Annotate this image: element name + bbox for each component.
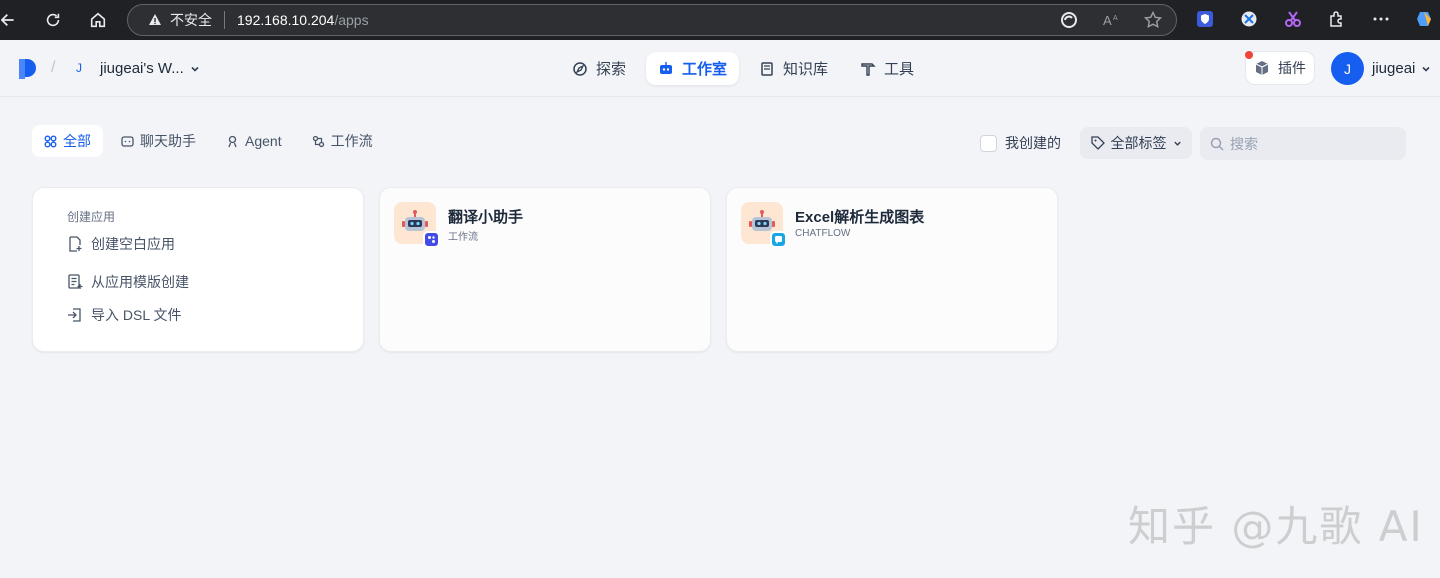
chevron-down-icon: [1422, 66, 1430, 72]
create-app-title: 创建应用: [67, 210, 116, 224]
workspace-avatar: J: [76, 61, 82, 75]
home-icon[interactable]: [88, 10, 108, 30]
nav-studio[interactable]: 工作室: [646, 52, 740, 85]
app-header: / J jiugeai's W... 探索 工作室 知识库 工具 插件 J ji…: [0, 40, 1440, 97]
url-host: 192.168.10.204: [237, 12, 335, 28]
import-dsl-label: 导入 DSL 文件: [91, 307, 182, 323]
chevron-down-icon: [1173, 141, 1181, 146]
url-path: /apps: [334, 12, 369, 28]
created-by-me-checkbox[interactable]: [980, 134, 997, 152]
create-blank-app-label: 创建空白应用: [91, 236, 175, 252]
app-type: CHATFLOW: [795, 228, 851, 239]
svg-text:A: A: [1103, 13, 1112, 28]
favorite-star-icon[interactable]: [1144, 11, 1162, 29]
cube-icon: [1255, 61, 1269, 75]
security-warning[interactable]: 不安全: [148, 10, 212, 30]
nav-knowledge[interactable]: 知识库: [747, 52, 840, 85]
grid-icon: [44, 135, 57, 147]
workflow-badge-icon: [423, 231, 440, 248]
security-label: 不安全: [170, 12, 212, 28]
search-input[interactable]: [1230, 135, 1400, 152]
nav-knowledge-label: 知识库: [783, 61, 829, 78]
notification-dot: [1245, 51, 1253, 59]
tab-agent-label: Agent: [245, 133, 282, 149]
nav-studio-label: 工作室: [682, 61, 728, 78]
app-type-tabs: 全部 聊天助手 Agent 工作流: [32, 125, 385, 157]
tab-workflow-label: 工作流: [330, 133, 373, 149]
created-by-me-label: 我创建的: [1005, 135, 1061, 151]
chatflow-badge-icon: [770, 231, 787, 248]
create-from-template-button[interactable]: 从应用模版创建: [67, 272, 189, 292]
robot-icon: [660, 61, 673, 74]
app-avatar: [394, 202, 440, 248]
file-plus-icon: [69, 236, 82, 252]
create-from-template-label: 从应用模版创建: [91, 274, 189, 290]
app-name: 翻译小助手: [448, 209, 524, 226]
browser-toolbar: 不安全 192.168.10.204 /apps AA: [0, 0, 1440, 40]
search-box[interactable]: [1200, 127, 1406, 160]
app-card[interactable]: 翻译小助手 工作流: [379, 187, 711, 352]
tab-chat-label: 聊天助手: [140, 133, 196, 149]
copilot-icon[interactable]: [1416, 10, 1432, 28]
edge-refresh-icon[interactable]: [1060, 11, 1078, 29]
warning-icon: [149, 14, 161, 25]
hammer-icon: [861, 62, 876, 76]
tab-all[interactable]: 全部: [32, 125, 103, 157]
search-icon: [1210, 137, 1224, 151]
scissors-extension-icon[interactable]: [1284, 10, 1302, 28]
create-blank-app-button[interactable]: 创建空白应用: [67, 234, 175, 254]
nav-tools[interactable]: 工具: [848, 52, 926, 85]
back-icon[interactable]: [0, 10, 20, 30]
nav-explore-label: 探索: [596, 61, 627, 78]
user-menu[interactable]: jiugeai: [1372, 60, 1431, 77]
plugins-button[interactable]: 插件: [1245, 51, 1315, 85]
network-extension-icon[interactable]: [1240, 10, 1258, 28]
app-avatar: [741, 202, 787, 248]
extensions-puzzle-icon[interactable]: [1328, 10, 1346, 28]
template-icon: [68, 274, 83, 289]
breadcrumb-divider: /: [51, 59, 56, 76]
tag-icon: [1090, 136, 1105, 150]
svg-text:A: A: [1113, 15, 1118, 22]
tag-filter-dropdown[interactable]: 全部标签: [1080, 127, 1192, 159]
main-nav: 探索 工作室 知识库 工具: [560, 52, 926, 85]
chat-icon: [121, 135, 134, 147]
nav-explore[interactable]: 探索: [560, 52, 638, 85]
app-card[interactable]: Excel解析生成图表 CHATFLOW: [726, 187, 1058, 352]
app-type: 工作流: [448, 232, 478, 243]
plugins-label: 插件: [1278, 60, 1306, 76]
watermark: 知乎 @九歌 AI: [1128, 502, 1424, 551]
created-by-me-filter[interactable]: 我创建的: [980, 133, 1061, 153]
url-divider: [224, 11, 225, 29]
user-name: jiugeai: [1372, 60, 1416, 77]
nav-tools-label: 工具: [884, 61, 915, 78]
dify-logo[interactable]: [18, 58, 38, 80]
address-bar[interactable]: 不安全 192.168.10.204 /apps AA: [127, 4, 1177, 36]
shield-extension-icon[interactable]: [1196, 10, 1214, 28]
tab-workflow[interactable]: 工作流: [300, 125, 385, 157]
reload-icon[interactable]: [43, 10, 63, 30]
tag-filter-label: 全部标签: [1110, 135, 1167, 151]
agent-icon: [228, 135, 237, 147]
create-app-card: 创建应用 创建空白应用 从应用模版创建 导入 DSL 文件: [32, 187, 364, 352]
import-icon: [68, 308, 81, 322]
read-aloud-icon[interactable]: AA: [1102, 11, 1120, 29]
app-name: Excel解析生成图表: [795, 209, 925, 226]
workspace-name: jiugeai's W...: [100, 60, 184, 77]
workflow-icon: [312, 135, 324, 147]
compass-icon: [573, 61, 587, 76]
tab-chat-assistant[interactable]: 聊天助手: [109, 125, 208, 157]
tab-agent[interactable]: Agent: [214, 125, 294, 157]
tab-all-label: 全部: [63, 133, 91, 149]
book-icon: [761, 61, 773, 76]
import-dsl-button[interactable]: 导入 DSL 文件: [67, 305, 182, 325]
chevron-down-icon: [191, 66, 199, 72]
workspace-switcher[interactable]: jiugeai's W...: [100, 60, 200, 77]
user-avatar[interactable]: J: [1331, 52, 1364, 85]
more-menu-icon[interactable]: [1372, 10, 1390, 28]
